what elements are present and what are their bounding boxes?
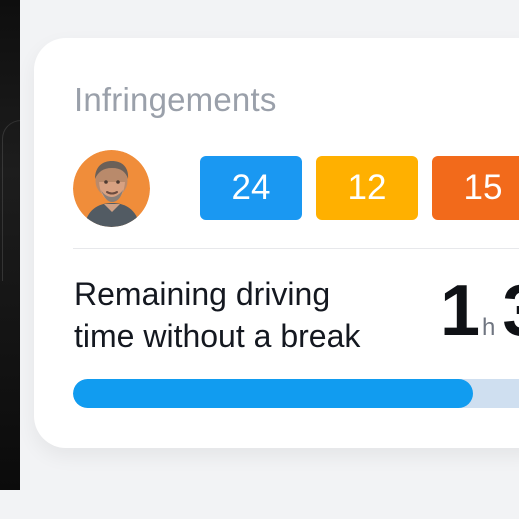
card-title: Infringements <box>74 81 277 118</box>
section-divider <box>73 248 519 249</box>
remaining-label-line-2: time without a break <box>74 318 361 354</box>
infringement-count-badge[interactable]: 15 <box>432 156 519 220</box>
infringement-badges: 24 12 15 <box>200 156 519 220</box>
remaining-driving-time-label: Remaining driving time without a break <box>74 273 429 357</box>
infringement-count-badge[interactable]: 24 <box>200 156 302 220</box>
background: Infringements 24 12 15 Remaining driving… <box>0 0 519 519</box>
remaining-time-progress-fill <box>73 379 473 408</box>
remaining-hours-unit: h <box>482 314 496 341</box>
driver-infringements-card: Infringements 24 12 15 Remaining driving… <box>34 38 519 448</box>
remaining-driving-time-value: 1h3 <box>440 275 519 355</box>
remaining-time-progress-track <box>73 379 519 408</box>
left-background-photo-edge <box>0 0 21 490</box>
infringement-count-badge[interactable]: 12 <box>316 156 418 220</box>
driver-avatar-icon <box>73 150 150 227</box>
remaining-hours-value: 1 <box>440 271 481 351</box>
driver-avatar[interactable] <box>73 150 150 227</box>
remaining-label-line-1: Remaining driving <box>74 276 331 312</box>
remaining-minutes-partial-value: 3 <box>502 275 519 347</box>
